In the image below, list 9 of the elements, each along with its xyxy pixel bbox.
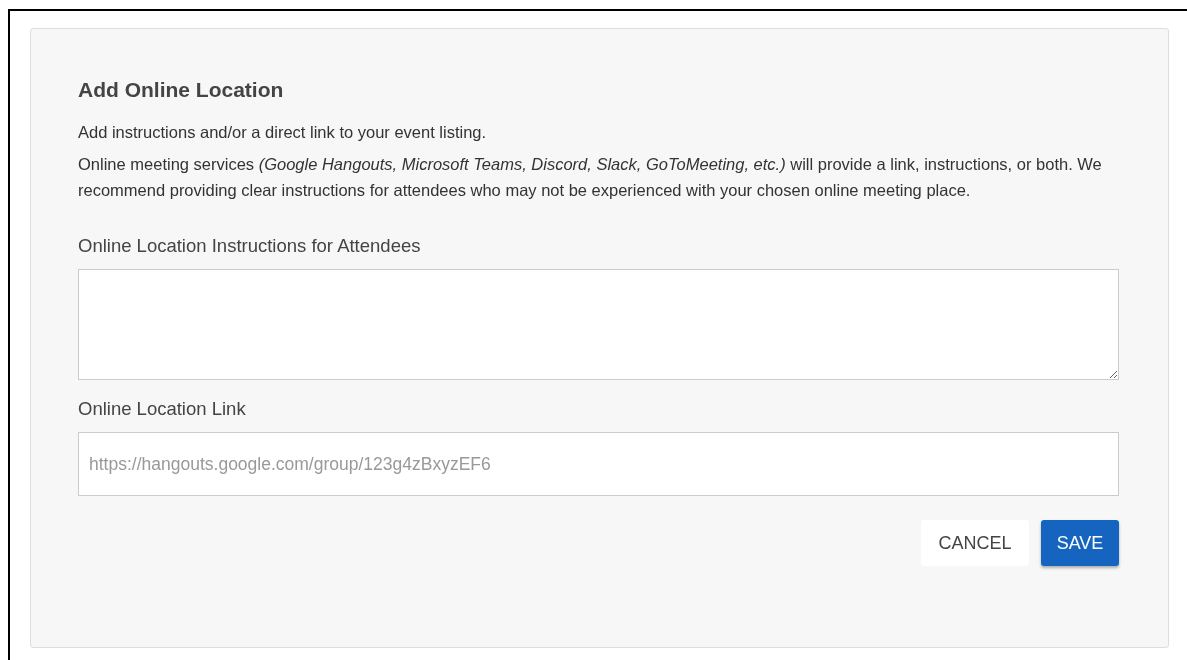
description-text: Online meeting services (Google Hangouts, Microsoft Teams, Discord, Slack, GoToMeeting, etc.) will provide a link, instructions, or both. We recommend providing clear instructions for attendees who may not be experienced with your chosen online meeting place. — [78, 154, 1103, 201]
cancel-button[interactable]: CANCEL — [921, 520, 1029, 566]
instructions-field[interactable] — [78, 269, 1119, 380]
dialog-title: Add Online Location — [78, 77, 285, 103]
field-label: Online Location Link — [78, 397, 247, 421]
field-label: Online Location Instructions for Attendees — [78, 234, 422, 258]
description-text: Add instructions and/or a direct link to your event listing. — [78, 122, 488, 143]
save-button[interactable]: SAVE — [1041, 520, 1119, 566]
link-field[interactable]: https://hangouts.google.com/group/123g4zBxyzEF6 — [78, 432, 1119, 496]
